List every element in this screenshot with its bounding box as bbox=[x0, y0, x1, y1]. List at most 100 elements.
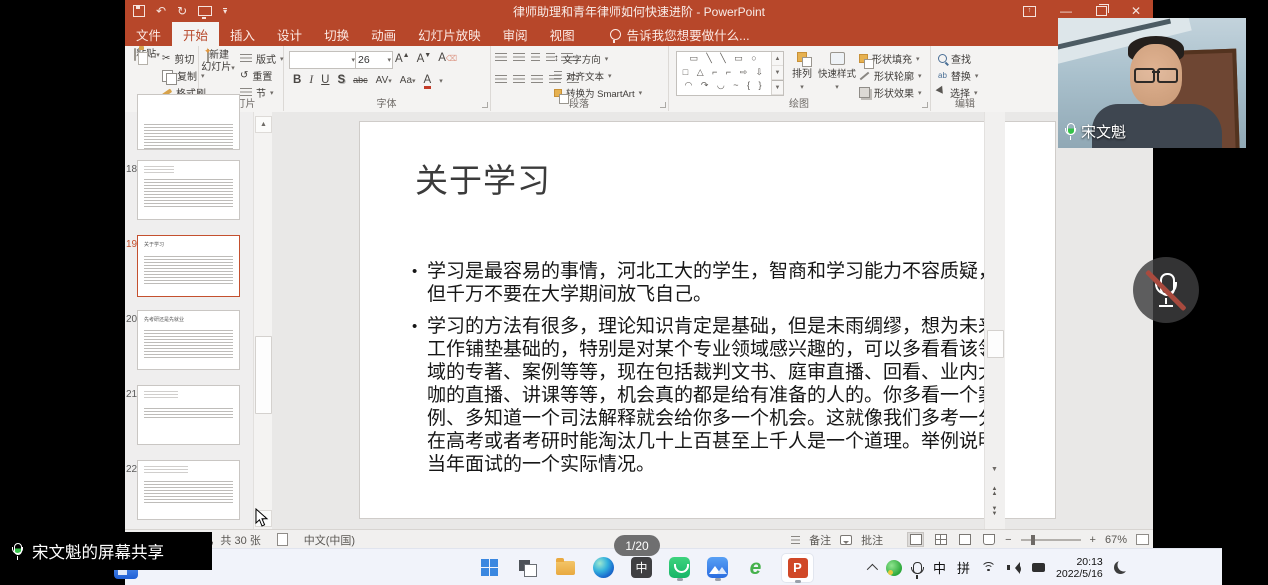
new-slide-button[interactable]: ✦ 新建 幻灯片▾ bbox=[200, 50, 236, 75]
speaker-icon[interactable] bbox=[1007, 562, 1021, 574]
gallery-down-icon[interactable]: ▼ bbox=[772, 66, 783, 80]
tray-pinyin-mode[interactable]: 拼 bbox=[957, 558, 970, 577]
tray-microphone-icon[interactable] bbox=[913, 562, 922, 574]
align-right-icon[interactable] bbox=[531, 75, 543, 84]
scroll-up-button[interactable]: ▲ bbox=[255, 116, 272, 133]
browser-360-button[interactable]: e bbox=[743, 555, 768, 580]
save-icon[interactable] bbox=[133, 5, 145, 17]
paste-button[interactable]: 粘贴▾ bbox=[133, 49, 161, 62]
underline-button[interactable]: U bbox=[321, 74, 329, 86]
slide-sorter-view-button[interactable] bbox=[933, 533, 948, 546]
numbering-icon[interactable] bbox=[513, 53, 525, 62]
meeting-app-button[interactable] bbox=[705, 555, 730, 580]
mute-button[interactable] bbox=[1133, 257, 1199, 323]
grow-font-button[interactable]: A▲ bbox=[395, 52, 410, 65]
slide-canvas[interactable]: 关于学习 学习是最容易的事情，河北工大的学生，智商和学习能力不容质疑，但千万不要… bbox=[360, 122, 1055, 518]
editor-vertical-scrollbar[interactable]: ▼ ▲▲ ▼▼ bbox=[984, 112, 1005, 529]
slide-body-text[interactable]: 学习是最容易的事情，河北工大的学生，智商和学习能力不容质疑，但千万不要在大学期间… bbox=[410, 260, 1014, 485]
zoom-slider[interactable] bbox=[1021, 539, 1081, 541]
participant-video[interactable]: 宋文魁 bbox=[1058, 18, 1246, 148]
text-direction-button[interactable]: ↕文字方向▾ bbox=[554, 50, 642, 67]
bullets-icon[interactable] bbox=[495, 53, 507, 62]
start-slideshow-icon[interactable] bbox=[198, 6, 212, 16]
fit-to-window-icon[interactable] bbox=[1136, 534, 1149, 545]
edge-browser-button[interactable] bbox=[591, 555, 616, 580]
clear-formatting-button[interactable]: A⌫ bbox=[438, 52, 457, 64]
redo-icon[interactable]: ↻ bbox=[177, 4, 187, 18]
thumbnail-slide-20[interactable]: 先考研还是先就业 bbox=[137, 310, 240, 370]
undo-icon[interactable]: ↶ bbox=[156, 4, 166, 18]
arrange-button[interactable]: 排列▾ bbox=[788, 52, 816, 94]
close-button[interactable]: ✕ bbox=[1131, 4, 1141, 18]
reading-view-button[interactable] bbox=[957, 533, 972, 546]
align-center-icon[interactable] bbox=[513, 75, 525, 84]
powerpoint-taskbar-button[interactable]: P bbox=[781, 555, 814, 580]
tab-animations[interactable]: 动画 bbox=[360, 22, 407, 46]
restore-button[interactable] bbox=[1096, 6, 1107, 16]
camera-icon[interactable] bbox=[1032, 563, 1045, 572]
bold-button[interactable]: B bbox=[293, 74, 301, 86]
tab-file[interactable]: 文件 bbox=[125, 22, 172, 46]
zoom-in-button[interactable]: + bbox=[1090, 534, 1096, 546]
zoom-slider-thumb[interactable] bbox=[1031, 535, 1035, 545]
tab-insert[interactable]: 插入 bbox=[219, 22, 266, 46]
scroll-down-button[interactable]: ▼ bbox=[987, 462, 1002, 477]
gallery-up-icon[interactable]: ▲ bbox=[772, 52, 783, 66]
tab-home[interactable]: 开始 bbox=[172, 22, 219, 46]
wifi-icon[interactable] bbox=[981, 562, 996, 574]
font-color-button[interactable]: A bbox=[424, 74, 432, 89]
align-text-button[interactable]: 对齐文本▾ bbox=[554, 67, 642, 84]
change-case-button[interactable]: Aa▾ bbox=[400, 75, 416, 86]
shape-outline-button[interactable]: 形状轮廓▾ bbox=[859, 67, 922, 84]
chat-app-button[interactable] bbox=[667, 555, 692, 580]
slideshow-view-button[interactable] bbox=[981, 533, 996, 546]
tray-ime-mode[interactable]: 中 bbox=[933, 558, 946, 577]
text-shadow-button[interactable]: S bbox=[337, 74, 345, 86]
notes-page-icon[interactable] bbox=[277, 533, 288, 546]
align-left-icon[interactable] bbox=[495, 75, 507, 84]
notes-toggle[interactable]: 备注 bbox=[809, 532, 831, 548]
tab-design[interactable]: 设计 bbox=[266, 22, 313, 46]
reset-button[interactable]: ↺重置 bbox=[240, 67, 284, 84]
shape-fill-button[interactable]: 形状填充▾ bbox=[859, 50, 922, 67]
previous-slide-button[interactable]: ▲▲ bbox=[987, 484, 1002, 499]
clock[interactable]: 20:13 2022/5/16 bbox=[1056, 556, 1103, 580]
ime-taskbar-button[interactable]: 中 bbox=[629, 555, 654, 580]
find-button[interactable]: 查找 bbox=[938, 50, 978, 67]
language-indicator[interactable]: 中文(中国) bbox=[304, 532, 355, 548]
next-slide-button[interactable]: ▼▼ bbox=[987, 504, 1002, 519]
zoom-out-button[interactable]: − bbox=[1005, 534, 1011, 546]
drawing-dialog-launcher[interactable] bbox=[922, 102, 928, 108]
start-button[interactable] bbox=[477, 555, 502, 580]
tray-antivirus-icon[interactable] bbox=[886, 560, 902, 576]
layout-button[interactable]: 版式▾ bbox=[240, 50, 284, 67]
zoom-level[interactable]: 67% bbox=[1105, 534, 1127, 546]
replace-button[interactable]: ab替换▾ bbox=[938, 67, 978, 84]
tab-review[interactable]: 审阅 bbox=[492, 22, 539, 46]
file-explorer-button[interactable] bbox=[553, 555, 578, 580]
gallery-more-icon[interactable]: ▼ bbox=[772, 80, 783, 95]
decrease-indent-icon[interactable] bbox=[531, 53, 540, 62]
shapes-gallery[interactable]: ▭ ╲ ╲ ▭ ○ □ △ ⌐ ⌐ ⇨ ⇩ ◠ ↷ ◡ ~ { } ▲ ▼ ▼ bbox=[676, 51, 784, 96]
tab-view[interactable]: 视图 bbox=[539, 22, 586, 46]
comments-toggle[interactable]: 批注 bbox=[861, 532, 883, 548]
thumbnail-slide-17-partial[interactable] bbox=[137, 94, 240, 150]
quick-styles-button[interactable]: 快速样式▾ bbox=[818, 52, 856, 94]
thumbnail-slide-21[interactable] bbox=[137, 385, 240, 445]
character-spacing-button[interactable]: AV▾ bbox=[376, 75, 392, 86]
thumbnail-slide-19-selected[interactable]: 关于学习 bbox=[137, 235, 240, 297]
tab-slideshow[interactable]: 幻灯片放映 bbox=[407, 22, 492, 46]
tell-me-box[interactable]: 告诉我您想要做什么... bbox=[610, 22, 750, 46]
font-dialog-launcher[interactable] bbox=[482, 102, 488, 108]
scrollbar-thumb[interactable] bbox=[255, 336, 272, 414]
paragraph-dialog-launcher[interactable] bbox=[660, 102, 666, 108]
ribbon-display-options-icon[interactable]: ↑ bbox=[1023, 6, 1036, 17]
thumbnail-slide-18[interactable] bbox=[137, 160, 240, 220]
minimize-button[interactable]: — bbox=[1060, 4, 1072, 18]
font-name-combo[interactable]: ▾ bbox=[289, 51, 357, 69]
task-view-button[interactable] bbox=[515, 555, 540, 580]
slide-title[interactable]: 关于学习 bbox=[415, 154, 551, 202]
thumbnail-slide-22[interactable] bbox=[137, 460, 240, 520]
shrink-font-button[interactable]: A▼ bbox=[417, 52, 432, 65]
normal-view-button[interactable] bbox=[907, 532, 924, 547]
